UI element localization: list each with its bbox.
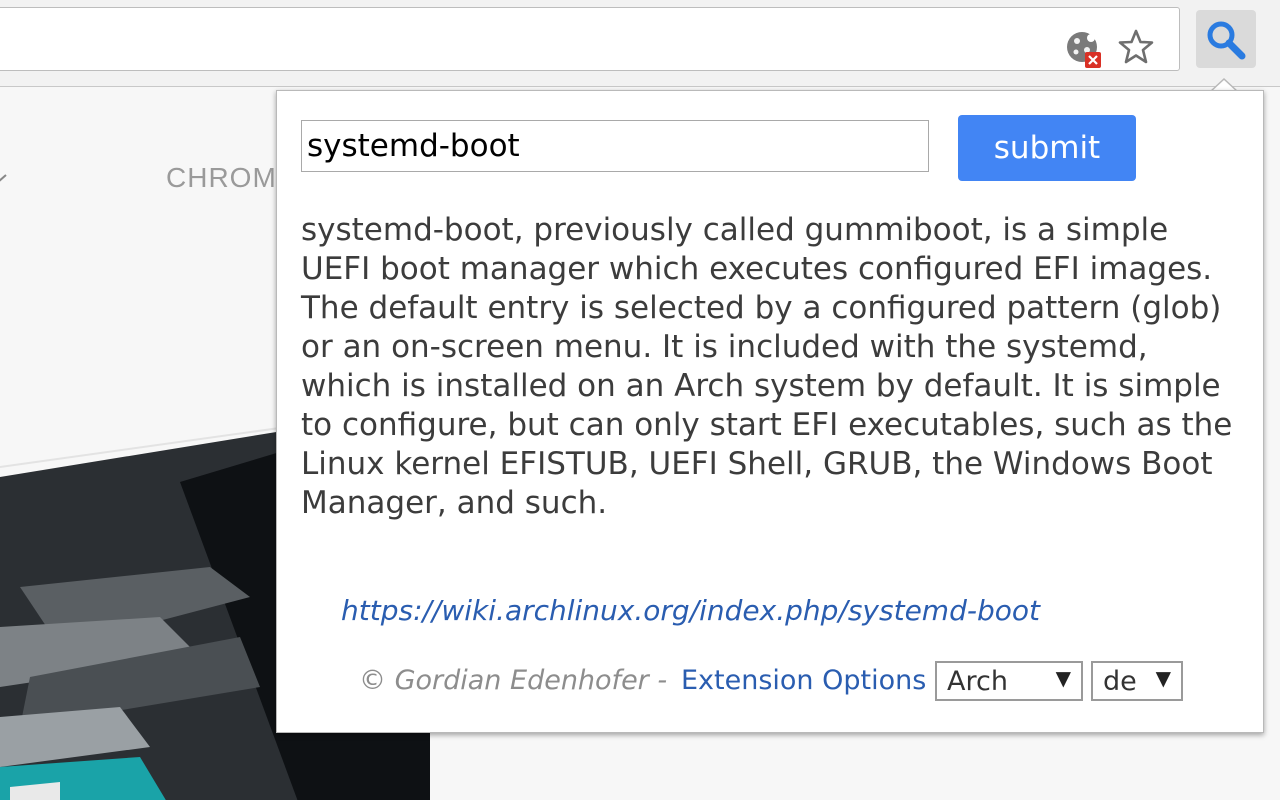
wiki-source-select[interactable]: Arch ▼ xyxy=(935,661,1083,701)
dropdown-arrow-icon: ▼ xyxy=(1055,666,1071,690)
extension-popup: submit systemd-boot, previously called g… xyxy=(276,90,1264,733)
search-input[interactable] xyxy=(301,120,929,172)
search-extension-button[interactable] xyxy=(1196,10,1256,68)
cookie-blocked-icon[interactable] xyxy=(1065,30,1105,70)
wiki-article-link[interactable]: https://wiki.archlinux.org/index.php/sys… xyxy=(341,594,1040,627)
extension-options-link[interactable]: Extension Options xyxy=(681,665,926,696)
submit-button[interactable]: submit xyxy=(958,115,1136,181)
wiki-source-value: Arch xyxy=(947,666,1008,697)
address-bar[interactable] xyxy=(0,7,1180,71)
language-value: de xyxy=(1103,666,1137,697)
search-icon xyxy=(1207,21,1246,60)
star-icon[interactable] xyxy=(1117,28,1155,66)
copyright-text: © Gordian Edenhofer - xyxy=(359,665,668,696)
dropdown-arrow-icon: ▼ xyxy=(1155,666,1171,690)
language-select[interactable]: de ▼ xyxy=(1091,661,1183,701)
browser-toolbar xyxy=(0,0,1280,87)
popup-footer: © Gordian Edenhofer - Extension Options … xyxy=(359,661,1239,701)
article-summary: systemd-boot, previously called gummiboo… xyxy=(301,212,1233,521)
